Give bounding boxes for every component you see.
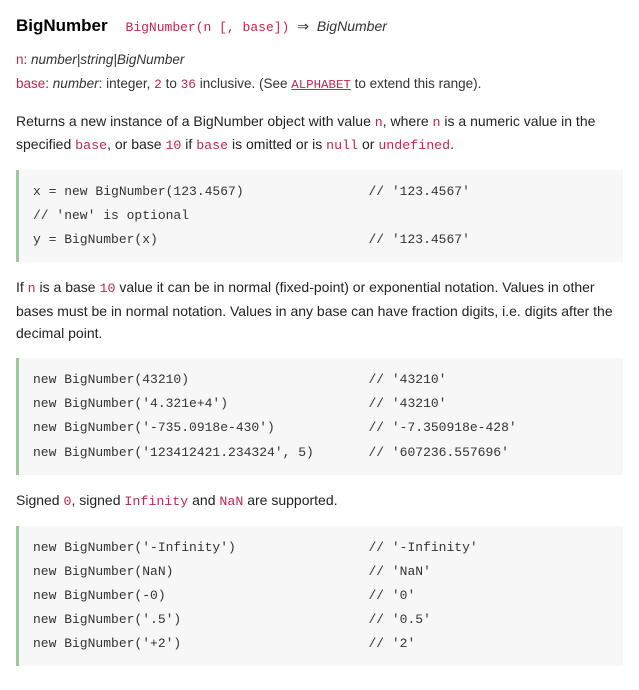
code-example-3: new BigNumber('-Infinity') // '-Infinity… [16, 526, 623, 666]
code-example-2: new BigNumber(43210) // '43210' new BigN… [16, 358, 623, 474]
p3-c2: Infinity [124, 494, 188, 509]
p3-t4: are supported. [243, 492, 337, 508]
param-n-type: number|string|BigNumber [31, 52, 184, 67]
p3-t3: and [188, 492, 219, 508]
p3-t1: Signed [16, 492, 63, 508]
code-example-1: x = new BigNumber(123.4567) // '123.4567… [16, 170, 623, 262]
param-base-range2: 36 [181, 77, 196, 92]
param-n: n: number|string|BigNumber [16, 49, 623, 71]
p1-c3: base [75, 138, 107, 153]
param-base-name: base [16, 76, 45, 91]
p1-c2: n [433, 115, 441, 130]
param-base-desc2: to [162, 76, 181, 91]
description-2: If n is a base 10 value it can be in nor… [16, 276, 623, 344]
p1-c5: base [196, 138, 228, 153]
p1-c1: n [375, 115, 383, 130]
param-base-desc3: inclusive. (See [196, 76, 291, 91]
p1-c6: null [326, 138, 358, 153]
p1-t4: , or base [107, 136, 165, 152]
method-name: BigNumber [16, 16, 108, 35]
param-base-range1: 2 [154, 77, 162, 92]
param-base-desc1: : integer, [99, 76, 155, 91]
p2-t1: If [16, 279, 28, 295]
alphabet-link[interactable]: ALPHABET [291, 78, 351, 92]
p1-t2: , where [383, 113, 433, 129]
p1-c7: undefined [378, 138, 450, 153]
p1-c4: 10 [165, 138, 181, 153]
p1-t8: . [450, 136, 454, 152]
return-arrow: ⇒ [297, 18, 309, 34]
p1-t7: or [358, 136, 378, 152]
p1-t5: if [181, 136, 196, 152]
description-1: Returns a new instance of a BigNumber ob… [16, 110, 623, 157]
p3-t2: , signed [71, 492, 124, 508]
p2-t2: is a base [36, 279, 100, 295]
param-base-desc4: to extend this range). [351, 76, 482, 91]
description-3: Signed 0, signed Infinity and NaN are su… [16, 489, 623, 512]
param-n-name: n [16, 52, 24, 67]
return-type: BigNumber [317, 18, 387, 34]
method-header: BigNumber BigNumber(n [, base]) ⇒ BigNum… [16, 12, 623, 39]
param-base: base: number: integer, 2 to 36 inclusive… [16, 73, 623, 96]
param-base-type: number [53, 76, 99, 91]
method-signature: BigNumber(n [, base]) [126, 20, 290, 35]
p2-c1: n [28, 281, 36, 296]
p1-t1: Returns a new instance of a BigNumber ob… [16, 113, 375, 129]
p1-t6: is omitted or is [228, 136, 326, 152]
p2-c2: 10 [99, 281, 115, 296]
p3-c3: NaN [219, 494, 243, 509]
